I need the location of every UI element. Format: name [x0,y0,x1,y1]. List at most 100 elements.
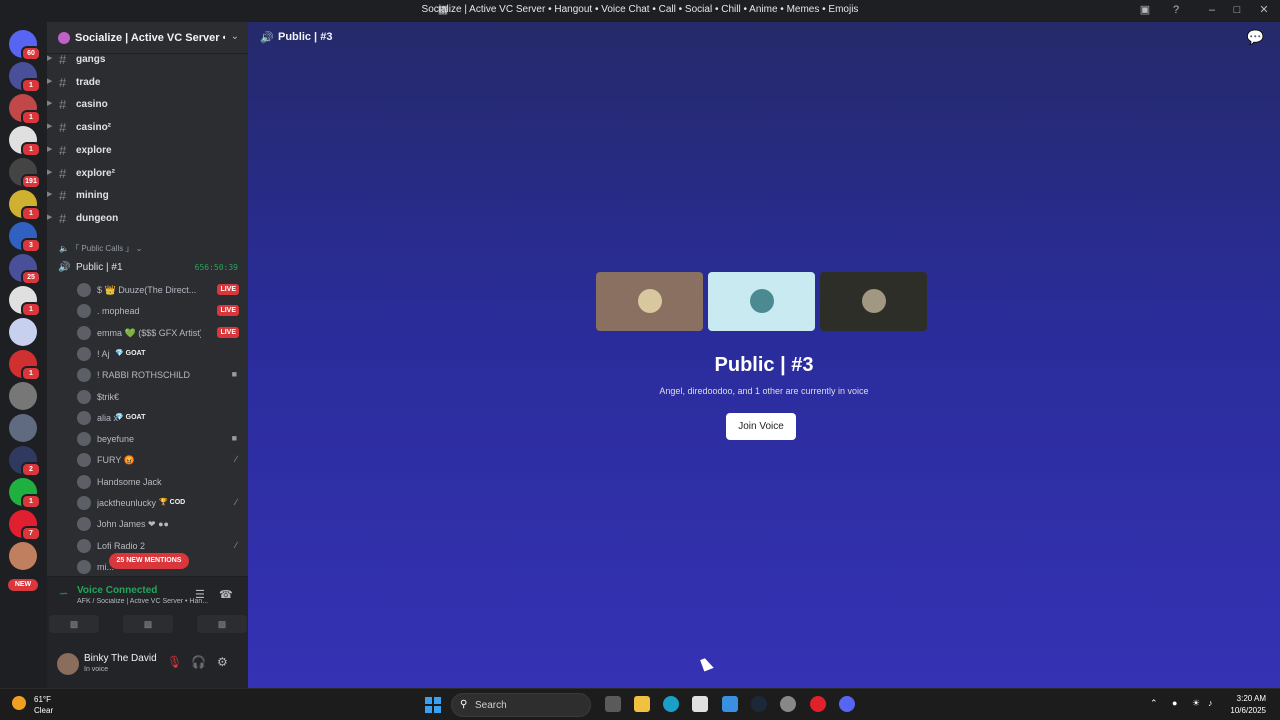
server-icon[interactable]: 1 [9,478,41,509]
participant-tile[interactable] [820,272,927,331]
voice-member[interactable]: jacktheunlucky 🏆 COD ∕ [77,495,247,513]
speaker-icon: 🔊 [260,32,274,44]
edge-icon[interactable] [663,696,679,712]
member-name: ! RABBI ROTHSCHILD [97,370,191,381]
member-name: $trik€ [97,391,120,402]
voice-channel-title: Public | #3 [714,354,814,376]
screen-share-button[interactable]: ▩ [123,615,173,633]
start-button[interactable] [425,697,441,713]
mention-badge: 7 [21,526,41,541]
signal-icon[interactable]: ∽ [59,587,68,600]
close-icon[interactable]: ✕ [1257,3,1271,17]
server-icon[interactable]: 1 [9,190,41,221]
voice-member[interactable]: FURY 😡 ∕ [77,452,247,470]
voice-member[interactable]: ! Aj 💎 GOAT [77,346,247,364]
member-name: FURY 😡 [97,455,135,466]
inbox-icon[interactable]: ▣ [1138,3,1152,17]
steam-icon[interactable] [751,696,767,712]
activity-button[interactable]: ▩ [197,615,247,633]
hash-icon: # [59,210,67,226]
text-channel[interactable]: ▶ # casino [47,95,249,115]
microphone-icon[interactable]: ● [1172,698,1177,708]
clock-date[interactable]: 10/6/2025 [1230,706,1266,715]
noise-suppression-icon[interactable]: ☰ [195,588,205,601]
file-explorer-icon[interactable] [634,696,650,712]
server-icon[interactable]: 2 [9,446,41,477]
wifi-icon[interactable]: ☀ [1192,698,1200,709]
live-badge: LIVE [217,326,239,338]
user-name[interactable]: Binky The David [84,653,157,664]
server-icon[interactable]: 25 [9,254,41,285]
server-icon[interactable]: 1 [9,62,41,93]
voice-member[interactable]: alia x 💎 GOAT [77,410,247,428]
server-icon[interactable]: 1 [9,350,41,381]
opera-icon[interactable] [810,696,826,712]
participant-tile[interactable] [708,272,815,331]
text-channel[interactable]: ▶ # mining [47,186,249,206]
voice-member[interactable]: . mophead LIVE [77,303,247,321]
weather-temp[interactable]: 61°F [34,695,51,704]
server-icon[interactable]: 7 [9,510,41,541]
clock-time[interactable]: 3:20 AM [1237,694,1266,703]
weather-condition[interactable]: Clear [34,706,53,715]
maximize-icon[interactable]: □ [1230,3,1244,17]
taskbar-search[interactable]: ⚲ Search [451,693,591,717]
new-server-pill[interactable]: NEW [8,579,38,591]
voice-member[interactable]: emma 💚 ($$$ GFX Artist) LIVE [77,325,247,343]
chevron-down-icon[interactable]: ⌄ [231,31,239,42]
voice-channel-subtitle: Angel, diredoodoo, and 1 other are curre… [659,386,869,396]
camera-off-button[interactable]: ▩ [49,615,99,633]
new-mentions-pill[interactable]: 25 NEW MENTIONS [109,553,189,569]
user-panel: Binky The David In voice 🎙 🎧 ⚙ [47,640,249,688]
avatar[interactable] [57,653,79,675]
voice-channel-public-1[interactable]: 🔊 Public | #1 656:50:39 [47,259,249,277]
mouse-cursor-icon [700,656,714,672]
weather-icon[interactable] [12,696,26,710]
server-icon[interactable] [9,542,37,570]
text-channel[interactable]: ▶ # gangs [47,50,249,70]
headphones-icon[interactable]: 🎧 [191,655,206,669]
channel-label: explore [76,144,112,156]
discord-icon[interactable] [839,696,855,712]
status-icon: ■ [231,369,237,380]
expand-arrow-icon: ▶ [47,213,53,221]
voice-member[interactable]: $ 👑 Duuze(The Direct... LIVE [77,282,247,300]
hash-icon: # [59,74,67,90]
notepad-icon[interactable] [722,696,738,712]
join-voice-button[interactable]: Join Voice [726,413,796,440]
voice-member[interactable]: beyefune ■ [77,431,247,449]
volume-icon[interactable]: ♪ [1208,698,1213,708]
voice-member[interactable]: Handsome Jack [77,474,247,492]
category-public-calls[interactable]: 🔈 「 Public Calls 」 ⌄ [59,243,142,254]
help-icon[interactable]: ? [1169,3,1183,17]
server-icon[interactable]: 191 [9,158,41,189]
task-view-icon[interactable] [605,696,621,712]
voice-status[interactable]: Voice Connected [77,585,157,596]
participant-tile[interactable] [596,272,703,331]
mention-badge: 60 [21,46,41,61]
text-channel[interactable]: ▶ # explore² [47,164,249,184]
gear-icon[interactable]: ⚙ [217,655,228,669]
app-icon[interactable] [780,696,796,712]
chat-icon[interactable]: 💬 [1247,29,1264,46]
text-channel[interactable]: ▶ # casino² [47,118,249,138]
server-icon[interactable]: 1 [9,286,41,317]
server-icon[interactable]: 1 [9,94,41,125]
disconnect-icon[interactable]: ☎ [219,588,233,601]
text-channel[interactable]: ▶ # explore [47,141,249,161]
chevron-up-icon[interactable]: ⌃ [1150,698,1158,709]
minimize-icon[interactable]: – [1205,3,1219,17]
server-icon[interactable] [9,318,37,346]
app-icon[interactable] [692,696,708,712]
text-channel[interactable]: ▶ # dungeon [47,209,249,229]
server-icon[interactable] [9,382,37,410]
voice-member[interactable]: ! RABBI ROTHSCHILD ■ [77,367,247,385]
server-icon[interactable]: 60 [9,30,41,61]
server-icon[interactable] [9,414,37,442]
server-icon[interactable]: 1 [9,126,41,157]
mute-icon[interactable]: 🎙 [167,655,182,669]
voice-member[interactable]: $trik€ [77,389,247,407]
voice-member[interactable]: John James ❤ ●● [77,516,247,534]
server-icon[interactable]: 3 [9,222,41,253]
text-channel[interactable]: ▶ # trade [47,73,249,93]
